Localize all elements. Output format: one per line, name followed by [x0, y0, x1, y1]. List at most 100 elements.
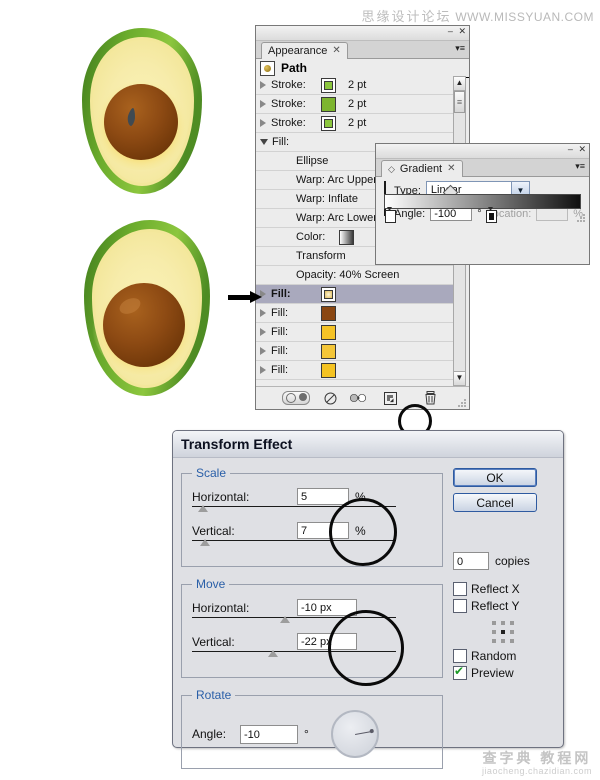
- appearance-row-swatch[interactable]: [321, 305, 336, 321]
- scale-legend: Scale: [196, 466, 227, 480]
- watermark-top-cn: 思缘设计论坛: [361, 9, 452, 24]
- color-swatch[interactable]: [339, 229, 355, 245]
- ok-button[interactable]: OK: [453, 468, 537, 487]
- appearance-window-buttons[interactable]: – ✕: [445, 26, 466, 37]
- transform-effect-dialog[interactable]: Transform Effect Scale Horizontal: 5 % V…: [172, 430, 564, 769]
- cancel-button[interactable]: Cancel: [453, 493, 537, 512]
- chevron-right-icon[interactable]: [260, 366, 266, 374]
- rotate-angle-dial[interactable]: [330, 710, 379, 758]
- reflect-y-checkbox[interactable]: [453, 599, 467, 613]
- panel-menu-icon[interactable]: ▾≡: [575, 161, 585, 171]
- reduce-to-basic-appearance-button[interactable]: [350, 391, 366, 405]
- scale-horizontal-row: Horizontal: 5 %: [192, 488, 432, 505]
- tab-close-icon[interactable]: ✕: [332, 43, 340, 59]
- appearance-row-fill[interactable]: Fill:: [256, 323, 453, 342]
- appearance-row-fill[interactable]: Fill:: [256, 342, 453, 361]
- delete-item-button[interactable]: [422, 391, 438, 405]
- gradient-stop-end[interactable]: [486, 210, 497, 223]
- minimize-icon[interactable]: –: [448, 26, 453, 36]
- scroll-up-arrow-icon[interactable]: ▲: [454, 77, 465, 91]
- appearance-row-swatch[interactable]: [321, 343, 336, 359]
- appearance-titlebar[interactable]: – ✕: [256, 26, 469, 41]
- appearance-row-stroke[interactable]: Stroke: 2 pt: [256, 114, 453, 133]
- gradient-stop-start[interactable]: [385, 210, 396, 223]
- appearance-subrow-label: Ellipse: [296, 155, 329, 167]
- gradient-slider-track[interactable]: [384, 194, 581, 209]
- preview-checkbox[interactable]: [453, 664, 467, 680]
- panel-resize-grip[interactable]: [458, 398, 467, 407]
- move-horizontal-row: Horizontal: -10 px: [192, 599, 432, 616]
- gradient-body: Type: Linear ▼ Angle: -100 ° Location: %: [376, 177, 589, 225]
- chevron-right-icon[interactable]: [260, 347, 266, 355]
- appearance-row-label: Fill:: [271, 288, 291, 300]
- appearance-subrow-label: Warp: Inflate: [296, 193, 358, 205]
- reflect-x-label: Reflect X: [471, 582, 520, 596]
- tab-appearance[interactable]: Appearance ✕: [261, 42, 348, 59]
- scale-horizontal-input[interactable]: 5: [297, 488, 349, 505]
- scale-horizontal-slider[interactable]: [192, 505, 432, 517]
- appearance-row-swatch[interactable]: [321, 362, 336, 378]
- appearance-row-swatch[interactable]: [321, 115, 336, 131]
- appearance-tabrow[interactable]: Appearance ✕ ▾≡: [256, 41, 469, 59]
- reflect-x-checkbox[interactable]: [453, 582, 467, 596]
- appearance-row-value: 2 pt: [348, 117, 367, 129]
- panel-menu-icon[interactable]: ▾≡: [455, 43, 465, 53]
- duplicate-item-button[interactable]: [382, 391, 398, 405]
- toggle-visibility-button[interactable]: [282, 391, 310, 405]
- appearance-subrow-label: Warp: Arc Upper: [296, 174, 377, 186]
- clear-appearance-button[interactable]: [322, 391, 338, 405]
- preview-checkbox-row[interactable]: Preview: [453, 664, 553, 680]
- appearance-row-swatch[interactable]: [321, 77, 336, 93]
- reflect-y-label: Reflect Y: [471, 599, 520, 613]
- random-checkbox-row[interactable]: Random: [453, 649, 553, 663]
- random-label: Random: [471, 649, 517, 663]
- chevron-right-icon[interactable]: [260, 119, 266, 127]
- watermark-top: 思缘设计论坛 WWW.MISSYUAN.COM: [361, 6, 594, 25]
- appearance-row-fill[interactable]: Fill:: [256, 304, 453, 323]
- scroll-down-arrow-icon[interactable]: ▼: [454, 371, 465, 385]
- random-checkbox[interactable]: [453, 649, 467, 663]
- appearance-subrow-label: Transform: [296, 250, 346, 262]
- appearance-row-label: Fill:: [271, 326, 289, 338]
- chevron-right-icon[interactable]: [260, 100, 266, 108]
- appearance-row-swatch[interactable]: [321, 286, 336, 302]
- rotate-group: Rotate Angle: -10 °: [181, 688, 443, 769]
- move-legend: Move: [196, 577, 226, 591]
- close-icon[interactable]: ✕: [458, 26, 466, 36]
- appearance-row-label: Stroke:: [271, 98, 306, 110]
- scale-vertical-slider[interactable]: [192, 539, 432, 551]
- chevron-down-icon[interactable]: [260, 139, 268, 145]
- chevron-right-icon[interactable]: [260, 328, 266, 336]
- close-icon[interactable]: ✕: [578, 144, 586, 154]
- appearance-row-fill[interactable]: Fill:: [256, 361, 453, 380]
- panel-resize-grip[interactable]: [577, 213, 586, 222]
- appearance-row-swatch[interactable]: [321, 324, 336, 340]
- appearance-footer-toolbar[interactable]: [256, 386, 469, 409]
- copies-input[interactable]: 0: [453, 552, 489, 570]
- chevron-right-icon[interactable]: [260, 309, 266, 317]
- gradient-titlebar[interactable]: – ✕: [376, 144, 589, 159]
- tab-close-icon[interactable]: ✕: [447, 161, 455, 177]
- reflect-x-checkbox-row[interactable]: Reflect X: [453, 582, 553, 596]
- scrollbar-thumb[interactable]: [454, 91, 465, 113]
- rotate-angle-input[interactable]: -10: [240, 724, 298, 744]
- appearance-row-label: Fill:: [271, 364, 289, 376]
- appearance-row-fill[interactable]: Fill:: [256, 285, 453, 304]
- appearance-row-stroke[interactable]: Stroke: 2 pt: [256, 76, 453, 95]
- appearance-row-swatch[interactable]: [321, 96, 336, 112]
- rotate-angle-label: Angle:: [192, 727, 227, 741]
- gradient-panel[interactable]: – ✕ ◇ Gradient ✕ ▾≡ Type: Linear: [375, 143, 590, 265]
- chevron-right-icon[interactable]: [260, 81, 266, 89]
- minimize-icon[interactable]: –: [568, 144, 573, 154]
- gradient-tabrow[interactable]: ◇ Gradient ✕ ▾≡: [376, 159, 589, 177]
- rotate-angle-row: Angle: -10 °: [192, 710, 432, 758]
- appearance-row-value: 2 pt: [348, 79, 367, 91]
- tab-gradient-label: Gradient: [399, 163, 443, 175]
- tab-gradient[interactable]: ◇ Gradient ✕: [381, 160, 463, 177]
- appearance-subrow[interactable]: Opacity: 40% Screen: [256, 266, 453, 285]
- gradient-window-buttons[interactable]: – ✕: [565, 144, 586, 155]
- dialog-title: Transform Effect: [173, 431, 563, 458]
- reflect-y-checkbox-row[interactable]: Reflect Y: [453, 599, 553, 613]
- appearance-row-stroke[interactable]: Stroke: 2 pt: [256, 95, 453, 114]
- reference-point-selector[interactable]: [492, 621, 514, 643]
